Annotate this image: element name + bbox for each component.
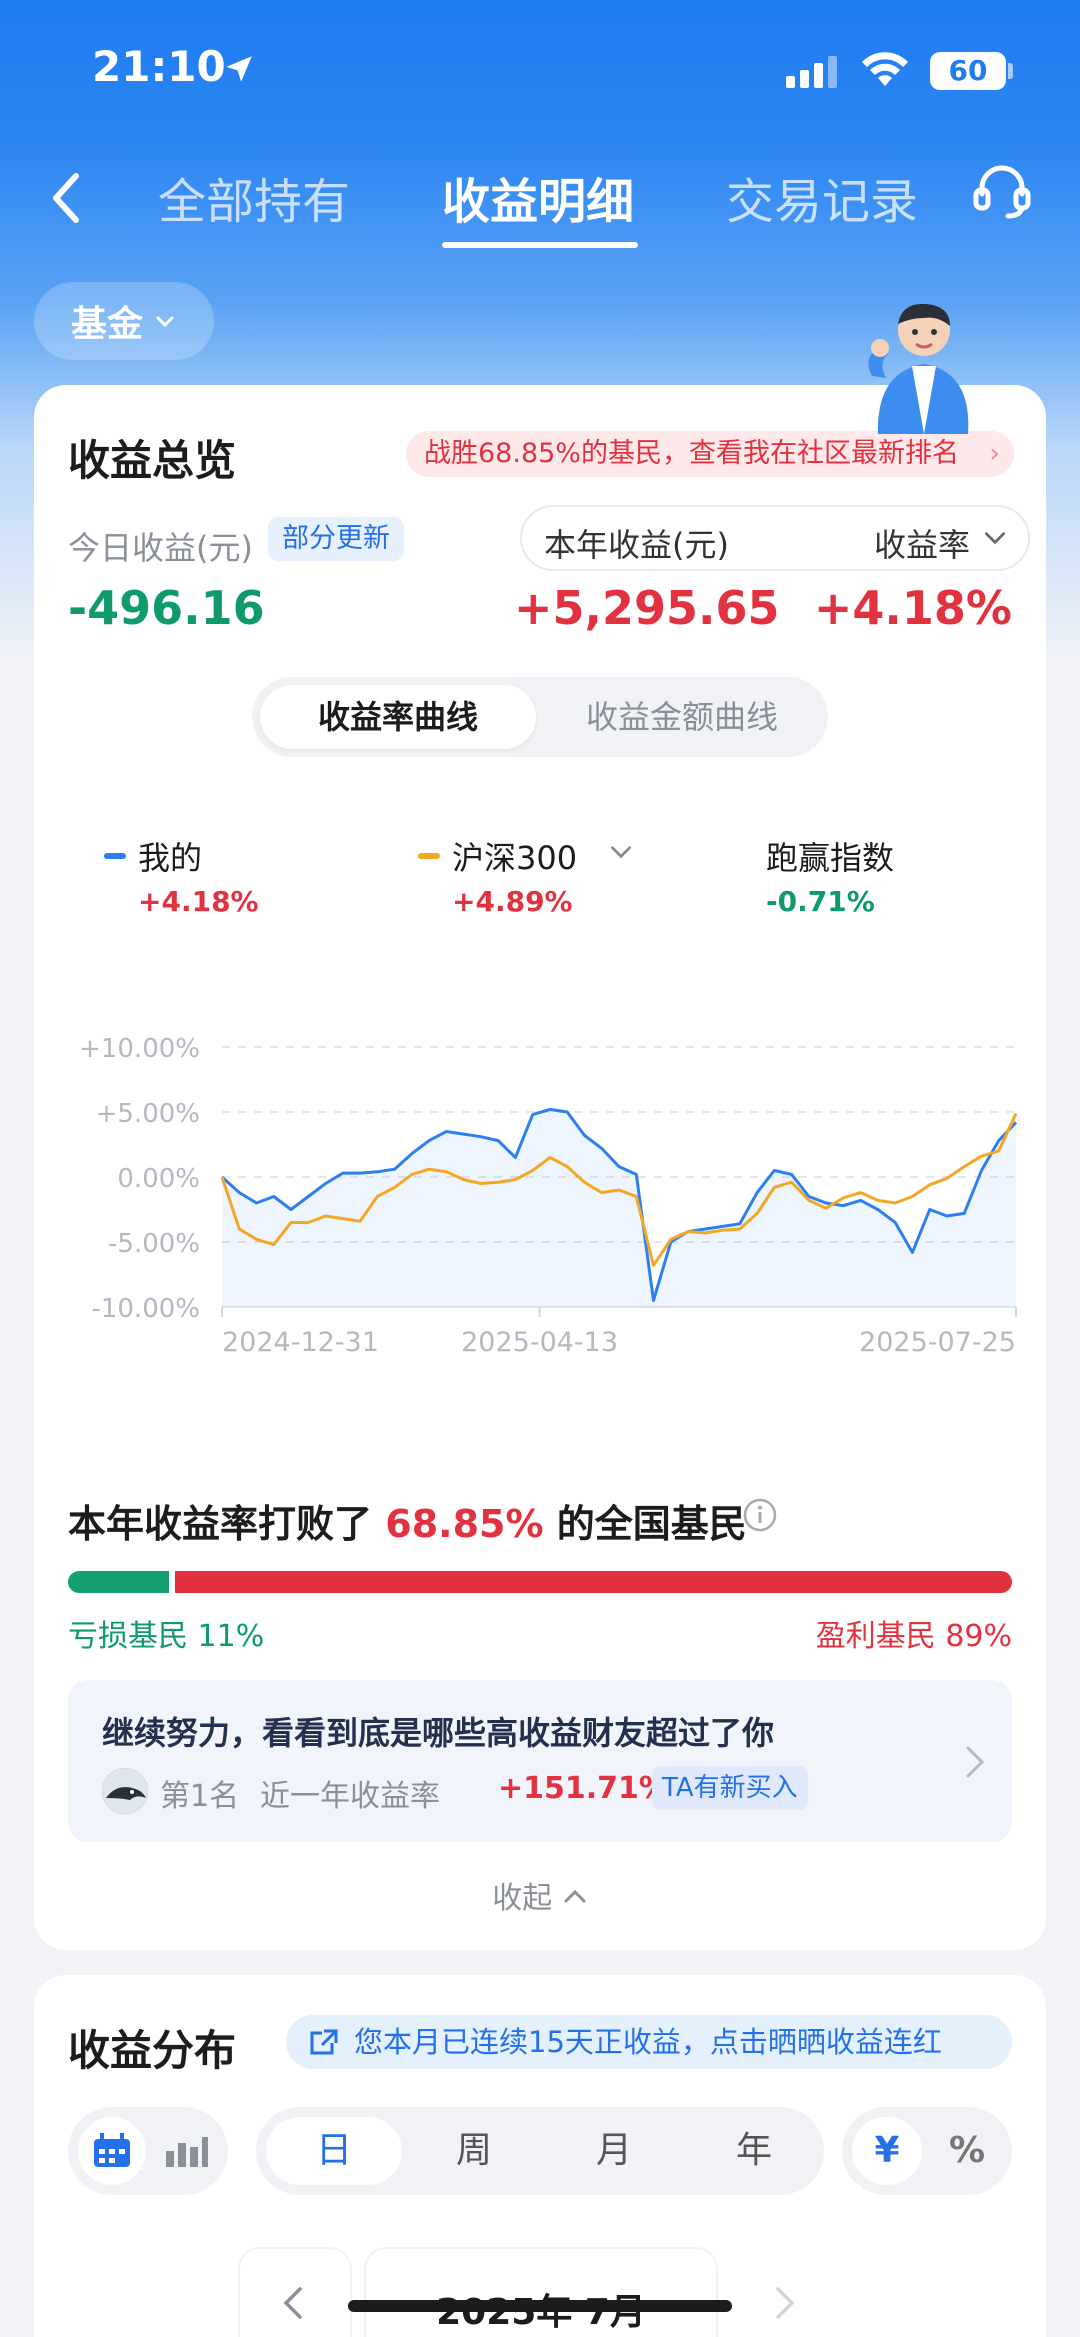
mascot-illustration (868, 303, 969, 434)
month-navigator: 2025年 7月 (34, 2231, 1046, 2337)
mine-area-fill (222, 1109, 1016, 1307)
top-investors-promo[interactable]: 继续努力，看看到底是哪些高收益财友超过了你 第1名 近一年收益率 +151.71… (68, 1680, 1012, 1842)
x-tick-label: 2025-04-13 (461, 1327, 618, 1358)
share-icon (310, 2029, 338, 2055)
location-arrow-icon (226, 56, 252, 82)
beat-pct: 68.85% (385, 1502, 544, 1546)
legend-value-mine: +4.18% (138, 885, 259, 918)
tab-return-rate-curve[interactable]: 收益率曲线 (260, 685, 536, 749)
profit-loss-ratio-bar (68, 1571, 1012, 1593)
year-earnings-label: 本年收益(元) (544, 526, 729, 564)
legend-value-beat: -0.71% (766, 885, 875, 918)
prev-month-button[interactable] (240, 2249, 350, 2337)
legend-swatch-mine (104, 853, 126, 859)
cellular-signal-icon (786, 56, 837, 88)
period-day[interactable]: 日 (266, 2117, 402, 2185)
y-tick-label: -10.00% (91, 1294, 200, 1324)
chevron-left-icon (283, 2287, 302, 2319)
promo-near-label: 近一年收益率 (260, 1779, 440, 1814)
year-earnings-selector[interactable]: 本年收益(元) 收益率 (520, 505, 1030, 571)
avatar (102, 1768, 148, 1814)
unit-percent[interactable]: % (932, 2117, 1002, 2185)
active-tab-indicator (442, 242, 638, 248)
beat-percentile-text: 本年收益率打败了 68.85% 的全国基民 (68, 1493, 747, 1548)
streak-share-banner[interactable]: 您本月已连续15天正收益，点击晒晒收益连红 (286, 2015, 1012, 2069)
curve-type-toggle: 收益率曲线 收益金额曲线 (252, 677, 828, 757)
view-mode-toggle (68, 2107, 228, 2195)
y-tick-label: 0.00% (117, 1164, 200, 1194)
back-arrow-icon[interactable] (40, 158, 96, 238)
earnings-distribution-card: 收益分布 您本月已连续15天正收益，点击晒晒收益连红 日 周 月 年 ¥ % 2… (34, 1975, 1046, 2337)
bar-chart-icon[interactable] (164, 2133, 208, 2169)
community-rank-banner[interactable]: 战胜68.85%的基民，查看我在社区最新排名 › (406, 431, 1014, 477)
y-tick-label: +5.00% (96, 1099, 200, 1129)
home-indicator (348, 2300, 732, 2312)
return-rate-chart[interactable]: +10.00% +5.00% 0.00% -5.00% -10.00% 2024-12-3… (34, 945, 1046, 1365)
customer-service-icon[interactable] (970, 160, 1034, 224)
promo-near-value: +151.71% (498, 1771, 669, 1806)
new-buy-badge: TA有新买入 (652, 1766, 808, 1810)
loss-investors-label: 亏损基民 11% (68, 1619, 265, 1654)
tab-transaction-records[interactable]: 交易记录 (726, 162, 918, 232)
distribution-title: 收益分布 (68, 2026, 237, 2075)
rank-banner-text: 战胜68.85%的基民，查看我在社区最新排名 (424, 438, 959, 469)
fund-filter-label: 基金 (70, 304, 143, 345)
streak-text: 您本月已连续15天正收益，点击晒晒收益连红 (354, 2025, 942, 2059)
earnings-overview-card: 收益总览 战胜68.85%的基民，查看我在社区最新排名 › 今日收益(元) 部分… (34, 385, 1046, 1950)
chevron-down-icon (610, 846, 632, 859)
collapse-label: 收起 (492, 1881, 553, 1916)
chevron-down-icon (984, 532, 1006, 545)
y-tick-label: -5.00% (108, 1229, 200, 1259)
profit-investors-label: 盈利基民 89% (815, 1619, 1012, 1654)
return-rate-label: 收益率 (873, 526, 970, 564)
chevron-right-icon: › (989, 438, 1000, 469)
partial-update-badge: 部分更新 (268, 517, 404, 561)
fund-filter-chip[interactable]: 基金 (34, 282, 214, 360)
x-tick-label: 2024-12-31 (222, 1327, 379, 1358)
chevron-up-icon (564, 1889, 586, 1903)
info-icon[interactable] (742, 1497, 778, 1533)
period-month[interactable]: 月 (546, 2117, 682, 2185)
unit-selector: ¥ % (842, 2107, 1012, 2195)
chevron-down-icon (156, 316, 174, 328)
period-week[interactable]: 周 (406, 2117, 542, 2185)
y-tick-label: +10.00% (79, 1034, 200, 1064)
top-navigation: 全部持有 收益明细 交易记录 (0, 150, 1080, 260)
legend-name-index: 沪深300 (452, 839, 578, 877)
overview-title: 收益总览 (68, 436, 237, 485)
status-bar: 21:10 60 (0, 0, 1080, 140)
legend-value-index: +4.89% (452, 885, 573, 918)
unit-amount[interactable]: ¥ (852, 2117, 922, 2185)
next-month-chevron-icon[interactable] (770, 2283, 800, 2323)
wifi-icon (862, 52, 908, 86)
profit-bar-segment (175, 1571, 1012, 1593)
legend-name-mine: 我的 (138, 839, 203, 877)
today-earnings-label: 今日收益(元) (68, 529, 253, 567)
calendar-icon (94, 2133, 130, 2167)
x-tick-label: 2025-07-25 (859, 1327, 1016, 1358)
loss-bar-segment (68, 1571, 169, 1593)
today-earnings-value: -496.16 (68, 581, 265, 635)
tab-all-holdings[interactable]: 全部持有 (158, 162, 350, 232)
promo-title: 继续努力，看看到底是哪些高收益财友超过了你 (102, 1714, 775, 1752)
battery-tip (1008, 63, 1013, 79)
status-time: 21:10 (92, 42, 226, 91)
legend-name-beat: 跑赢指数 (766, 839, 895, 877)
beat-suffix: 的全国基民 (556, 1502, 747, 1546)
chevron-right-icon (966, 1746, 985, 1778)
return-rate-value: +4.18% (813, 581, 1012, 635)
period-selector: 日 周 月 年 (256, 2107, 824, 2195)
beat-prefix: 本年收益率打败了 (68, 1502, 373, 1546)
year-earnings-value: +5,295.65 (514, 581, 780, 635)
battery-indicator: 60 (930, 52, 1006, 90)
current-month: 2025年 7月 (366, 2249, 716, 2337)
period-year[interactable]: 年 (686, 2117, 822, 2185)
promo-rank: 第1名 (160, 1779, 240, 1814)
tab-earnings-detail[interactable]: 收益明细 (442, 162, 634, 232)
tab-return-amount-curve[interactable]: 收益金额曲线 (544, 685, 820, 749)
legend-swatch-index (418, 853, 440, 859)
collapse-button[interactable]: 收起 (34, 1873, 1046, 1917)
